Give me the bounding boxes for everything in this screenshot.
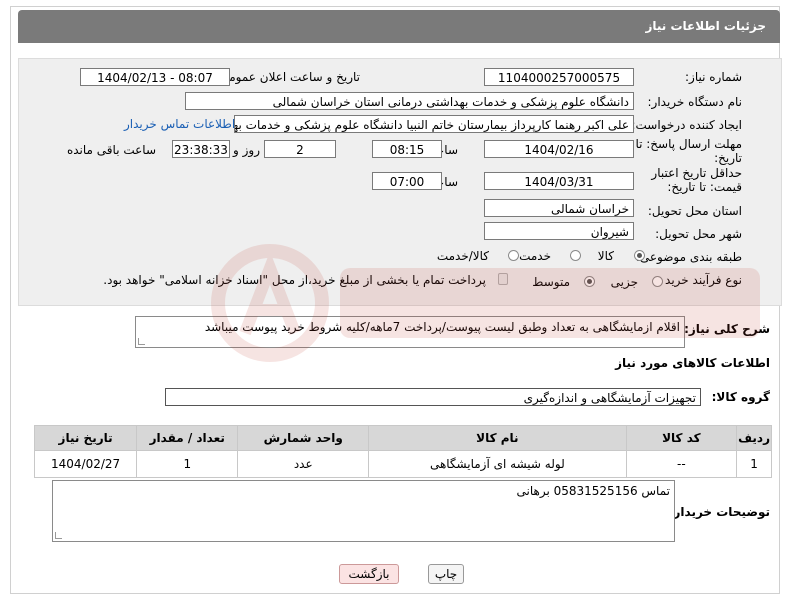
table-row: 1 -- لوله شیشه ای آزمایشگاهی عدد 1 1404/…	[33, 450, 772, 478]
process-label: نوع فرآیند خرید :	[657, 273, 742, 287]
category-service-radio[interactable]	[570, 250, 581, 261]
process-medium-label: متوسط	[532, 275, 570, 289]
resize-grip-icon[interactable]	[55, 532, 62, 539]
resize-grip-icon[interactable]	[138, 338, 145, 345]
need-number-field: 1104000257000575	[484, 68, 634, 86]
province-label: استان محل تحویل:	[647, 204, 742, 218]
buyer-org-field: دانشگاه علوم پزشکی و خدمات بهداشتی درمان…	[185, 92, 634, 110]
treasury-checkbox[interactable]	[498, 273, 508, 285]
description-label: شرح کلی نیاز:	[684, 322, 770, 336]
payment-note: پرداخت تمام یا بخشی از مبلغ خرید،از محل …	[103, 273, 486, 287]
buyer-notes-textarea[interactable]: تماس 05831525156 برهانی	[52, 480, 675, 542]
print-button[interactable]: چاپ	[428, 564, 464, 584]
deadline-label: مهلت ارسال پاسخ: تا تاریخ:	[635, 137, 742, 165]
creator-label: ایجاد کننده درخواست:	[631, 118, 742, 132]
col-need-date: تاریخ نیاز	[33, 425, 138, 451]
days-field: 2	[264, 140, 336, 158]
category-service-label: خدمت	[519, 249, 551, 263]
description-text: اقلام ازمایشگاهی به تعداد وطبق لیست پیوس…	[204, 320, 680, 334]
cell-need-date: 1404/02/27	[33, 450, 138, 478]
city-label: شهر محل تحویل:	[655, 227, 742, 241]
need-number-label: شماره نیاز:	[685, 70, 742, 84]
buyer-org-label: نام دستگاه خریدار:	[647, 95, 743, 109]
category-goods-service-label: کالا/خدمت	[436, 249, 489, 263]
creator-field: علی اکبر رهنما کارپرداز بیمارستان خاتم ا…	[234, 115, 634, 133]
announce-field: 1404/02/13 - 08:07	[80, 68, 230, 86]
cell-item-name: لوله شیشه ای آزمایشگاهی	[368, 450, 627, 478]
goods-group-field: تجهیزات آزمایشگاهی و اندازه‌گیری	[165, 388, 701, 406]
title-bar: جزئیات اطلاعات نیاز	[18, 10, 780, 43]
cell-quantity: 1	[136, 450, 239, 478]
goods-table-header: ردیف کد کالا نام کالا واحد شمارش تعداد /…	[33, 425, 772, 451]
col-row-number: ردیف	[736, 425, 772, 451]
cell-unit: عدد	[237, 450, 370, 478]
col-unit: واحد شمارش	[237, 425, 370, 451]
buyer-contact-link[interactable]: اطلاعات تماس خریدار	[124, 117, 235, 131]
remaining-time-field: 23:38:33	[172, 140, 230, 158]
buyer-notes-label: توضیحات خریدار:	[668, 505, 770, 519]
goods-group-label: گروه کالا:	[711, 390, 770, 404]
price-validity-date-field: 1404/03/31	[484, 172, 634, 190]
back-button[interactable]: بازگشت	[339, 564, 399, 584]
category-goods-label: کالا	[597, 249, 614, 263]
page-title: جزئیات اطلاعات نیاز	[645, 19, 766, 33]
col-item-name: نام کالا	[368, 425, 627, 451]
price-validity-time-field: 07:00	[372, 172, 442, 190]
col-quantity: تعداد / مقدار	[136, 425, 239, 451]
goods-table: ردیف کد کالا نام کالا واحد شمارش تعداد /…	[33, 425, 772, 478]
price-validity-label: حداقل تاریخ اعتبار قیمت: تا تاریخ:	[651, 166, 742, 194]
category-label: طبقه بندی موضوعی:	[635, 250, 742, 264]
process-minor-radio[interactable]	[652, 276, 663, 287]
description-textarea[interactable]: اقلام ازمایشگاهی به تعداد وطبق لیست پیوس…	[135, 316, 685, 348]
deadline-time-field: 08:15	[372, 140, 442, 158]
cell-item-code: --	[625, 450, 738, 478]
city-field: شیروان	[484, 222, 634, 240]
deadline-date-field: 1404/02/16	[484, 140, 634, 158]
process-medium-radio[interactable]	[584, 276, 595, 287]
goods-section-title: اطلاعات کالاهای مورد نیاز	[615, 356, 770, 370]
category-goods-service-radio[interactable]	[508, 250, 519, 261]
days-label: روز و	[233, 143, 260, 157]
cell-row-number: 1	[736, 450, 772, 478]
process-minor-label: جزیی	[610, 275, 638, 289]
remaining-label: ساعت باقی مانده	[66, 143, 156, 157]
col-item-code: کد کالا	[625, 425, 738, 451]
buyer-notes-text: تماس 05831525156 برهانی	[516, 484, 671, 498]
category-goods-radio[interactable]	[634, 250, 645, 261]
province-field: خراسان شمالی	[484, 199, 634, 217]
announce-label: تاریخ و ساعت اعلان عمومی:	[215, 70, 360, 84]
